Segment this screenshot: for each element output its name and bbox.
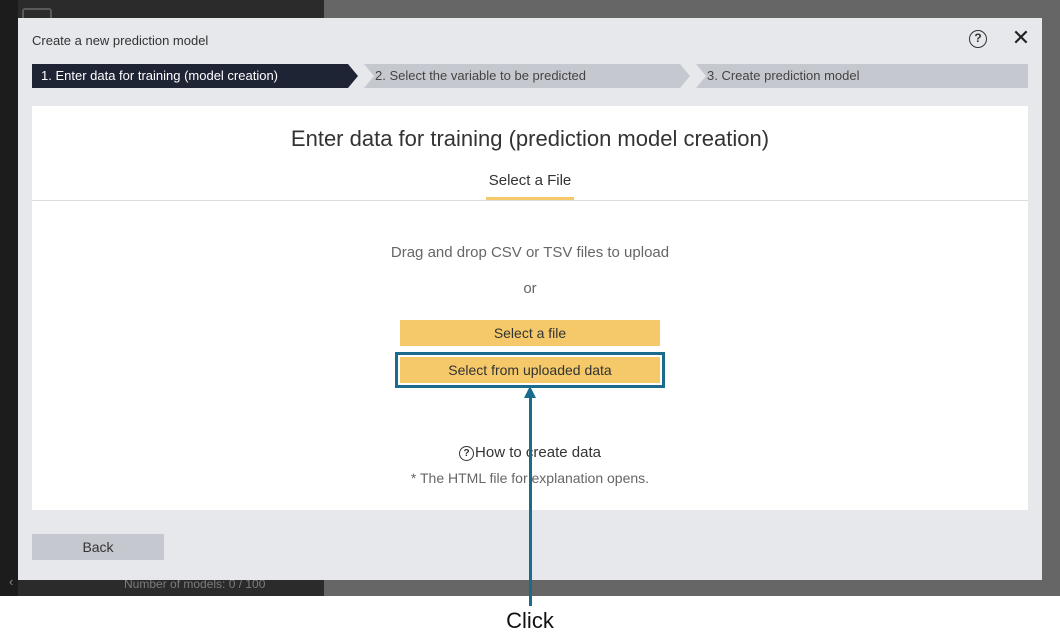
dialog-title: Create a new prediction model <box>32 33 209 48</box>
step-2-select-variable: 2. Select the variable to be predicted <box>364 64 690 88</box>
tab-divider <box>32 200 1028 201</box>
drop-zone-text: Drag and drop CSV or TSV files to upload <box>390 244 670 261</box>
annotation-arrow-line <box>529 396 532 606</box>
help-circle-icon: ? <box>459 446 475 461</box>
chevron-left-icon: ‹ <box>9 574 14 589</box>
annotation-arrow-head <box>524 386 536 398</box>
step-3-create-model: 3. Create prediction model <box>696 64 1028 88</box>
or-separator: or <box>523 280 537 297</box>
step-label: 2. Select the variable to be predicted <box>375 68 587 83</box>
select-uploaded-data-button[interactable]: Select from uploaded data <box>400 357 660 383</box>
click-annotation-label: Click <box>506 608 554 633</box>
select-file-button[interactable]: Select a file <box>400 320 660 346</box>
background-rail <box>0 0 18 596</box>
step-1-enter-data: 1. Enter data for training (model creati… <box>32 64 358 88</box>
back-button[interactable]: Back <box>32 534 164 560</box>
page-title: Enter data for training (prediction mode… <box>290 126 770 151</box>
help-icon[interactable]: ? <box>969 30 987 48</box>
step-label: 1. Enter data for training (model creati… <box>41 68 279 83</box>
tab-select-file[interactable]: Select a File <box>486 162 574 200</box>
step-label: 3. Create prediction model <box>707 68 860 83</box>
close-icon[interactable]: ✕ <box>1010 26 1032 50</box>
how-to-label: How to create data <box>475 444 601 461</box>
step-progress-bar: 1. Enter data for training (model creati… <box>32 64 1028 88</box>
